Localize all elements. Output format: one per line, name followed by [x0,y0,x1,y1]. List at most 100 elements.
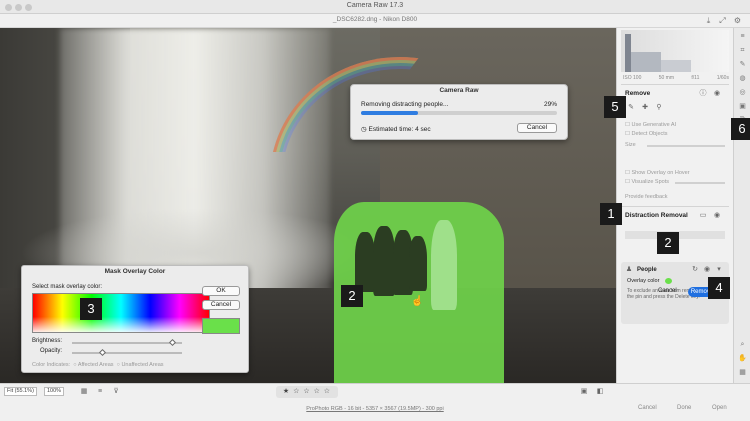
brightness-slider-thumb[interactable] [169,338,177,347]
iso-value: ISO 100 [623,75,642,81]
color-swatch [202,318,240,334]
footer-cancel-button[interactable]: Cancel [638,405,657,411]
estimated-time: ◷ Estimated time: 4 sec [361,125,431,133]
opacity-slider-thumb[interactable] [98,348,106,357]
zoom-level-button[interactable]: 100% [44,387,65,396]
presets-icon[interactable]: ▣ [738,102,747,111]
heal-icon[interactable]: ✚ [641,104,649,112]
info-icon[interactable]: ⓘ [699,90,707,98]
masking-icon[interactable]: ◍ [738,74,747,83]
brightness-slider[interactable] [72,342,182,344]
person-icon: ♟ [625,266,633,273]
visualize-slider[interactable] [675,182,725,184]
color-indicates-label: Color Indicates: [32,362,71,368]
fullscreen-icon[interactable]: ⤢ [718,16,727,25]
histogram-peak [661,60,691,72]
refresh-icon[interactable]: ↻ [691,266,699,274]
compare-icon[interactable]: ▣ [580,388,588,396]
person [355,232,375,292]
mask-dialog-title: Mask Overlay Color [104,268,166,275]
overlay-color-label: Overlay color [627,278,660,284]
sort-icon[interactable]: ≡ [96,388,104,396]
before-after-icon[interactable]: ◧ [596,388,604,396]
visibility-eye-icon[interactable]: ◉ [713,212,721,220]
color-indicates-row: Color Indicates: ○ Affected Areas ○ Unaf… [32,362,164,368]
opacity-label: Opacity: [40,348,63,354]
progress-dialog: Camera Raw Removing distracting people..… [350,84,568,140]
histogram [621,30,729,72]
right-panel: ISO 100 50 mm f/11 1/60s Remove ⓘ ◉ ✎ ✚ … [616,28,733,383]
grid-view-icon[interactable]: ▦ [80,388,88,396]
save-icon[interactable]: ⤓ [704,16,713,25]
zoom-icon[interactable]: ⌕ [738,340,747,349]
color-spectrum-picker[interactable] [32,293,210,333]
fit-zoom-button[interactable]: Fit (55.1%) [4,387,37,396]
remove-section-title: Remove [625,90,651,97]
use-gen-ai-label: Use Generative AI [631,122,677,128]
mask-overlay-color-dialog: Mask Overlay Color Select mask overlay c… [21,265,249,373]
remove-tool-icon[interactable]: ✎ [738,60,747,69]
size-slider[interactable] [647,145,725,147]
visibility-eye-icon[interactable]: ◉ [713,90,721,98]
grid-icon[interactable]: ▦ [738,368,747,377]
edit-icon[interactable]: ≡ [738,32,747,41]
focal-length: 50 mm [658,75,675,81]
divider [621,84,729,85]
overlay-color-dot[interactable] [665,278,672,284]
people-label: People [637,267,657,273]
affected-radio-icon[interactable]: ○ [73,362,76,368]
crop-icon[interactable]: ⌗ [738,46,747,55]
progress-dialog-title: Camera Raw [439,87,479,94]
hand-icon[interactable]: ✋ [738,354,747,363]
visualize-spots-row[interactable]: ☐ Visualize Spots [625,179,669,185]
detect-objects-row[interactable]: ☐ Detect Objects [625,131,668,137]
distraction-removal-title: Distraction Removal [625,212,688,219]
cancel-progress-button[interactable]: Cancel [517,123,557,133]
expand-triangle-icon[interactable]: ▾ [715,266,723,274]
window-title: Camera Raw 17.3 [346,2,404,9]
show-overlay-row[interactable]: ☐ Show Overlay on Hover [625,170,690,176]
file-header: _DSC6282.dng - Nikon D800 ⤓ ⤢ ⚙ [0,14,750,28]
remove-brush-icon[interactable]: ✎ [627,104,635,112]
callout-badge: 4 [708,277,730,299]
affected-areas-label: Affected Areas [77,362,114,368]
pointer-hand-icon: ☝ [411,296,424,307]
divider [621,206,729,207]
callout-badge: 6 [731,118,750,140]
ok-button[interactable]: OK [202,286,240,296]
callout-badge: 2 [341,285,363,307]
footer-done-button[interactable]: Done [677,405,691,411]
person [409,236,427,291]
histogram-peak [631,52,661,72]
aperture: f/11 [691,75,700,81]
settings-icon[interactable]: ⚙ [733,16,742,25]
folder-icon[interactable]: ▭ [699,212,707,220]
show-overlay-label: Show Overlay on Hover [631,170,690,176]
pin-icon[interactable]: ⚲ [655,104,663,112]
person [373,226,395,296]
brightness-label: Brightness: [32,338,63,344]
shutter: 1/60s [716,75,729,81]
provide-feedback-link[interactable]: Provide feedback [625,194,668,200]
star-rating[interactable]: ★ ☆ ☆ ☆ ☆ [276,386,338,398]
redeye-icon[interactable]: ◎ [738,88,747,97]
bottom-bar: Fit (55.1%) 100% ▦ ≡ ⊽ ★ ☆ ☆ ☆ ☆ ▣ ◧ Pro… [0,383,750,421]
size-label: Size [625,142,636,148]
camera-info: ISO 100 50 mm f/11 1/60s [623,75,729,81]
file-title: _DSC6282.dng - Nikon D800 [332,16,418,23]
visibility-eye-icon[interactable]: ◉ [703,266,711,274]
detect-objects-label: Detect Objects [631,131,668,137]
cancel-button[interactable]: Cancel [202,300,240,310]
people-cancel-button[interactable]: Cancel [658,288,677,294]
progress-message: Removing distracting people... [361,101,449,108]
unaffected-radio-icon[interactable]: ○ [117,362,120,368]
callout-badge: 2 [657,232,679,254]
use-gen-ai-row[interactable]: ☐ Use Generative AI [625,122,676,128]
opacity-slider[interactable] [72,352,182,354]
select-color-label: Select mask overlay color: [32,284,103,290]
progress-bar [361,111,557,115]
filter-icon[interactable]: ⊽ [112,388,120,396]
estimated-time-label: Estimated time: 4 sec [368,126,431,133]
progress-percent: 29% [543,101,557,108]
footer-open-button[interactable]: Open [712,405,727,411]
